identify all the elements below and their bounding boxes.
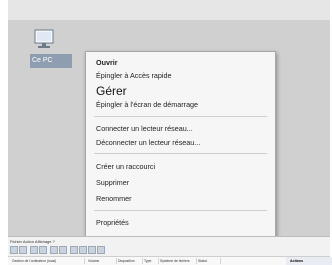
menu-separator (94, 153, 267, 154)
column-header[interactable]: Statut (198, 258, 221, 264)
column-header[interactable]: Gestion de l'ordinateur (local) (12, 258, 85, 264)
screenshot-frame: Ce PC Ouvrir Épingler à Accès rapide Gér… (8, 0, 332, 265)
help-icon[interactable] (59, 246, 67, 254)
mmc-menubar[interactable]: Fichier Action Affichage ? (10, 239, 55, 244)
menu-item-open[interactable]: Ouvrir (96, 58, 118, 68)
view-icon[interactable] (97, 246, 105, 254)
column-header[interactable]: Système de fichiers (160, 258, 197, 264)
window-top-bar (8, 0, 330, 21)
forward-icon[interactable] (19, 246, 27, 254)
menu-item-properties[interactable]: Propriétés (96, 218, 129, 228)
menu-item-pin-quick-access[interactable]: Épingler à Accès rapide (96, 71, 172, 81)
delete-icon[interactable] (70, 246, 78, 254)
back-icon[interactable] (10, 246, 18, 254)
menu-item-delete[interactable]: Supprimer (96, 178, 129, 188)
column-header[interactable]: Volume (88, 258, 117, 264)
computer-management-window: Fichier Action Affichage ? Gestion de l'… (8, 236, 332, 265)
menu-item-manage[interactable]: Gérer (96, 84, 127, 98)
menu-item-pin-start[interactable]: Épingler à l'écran de démarrage (96, 100, 198, 110)
refresh-icon[interactable] (79, 246, 87, 254)
menu-separator (94, 210, 267, 211)
mmc-toolbar (10, 246, 210, 254)
menu-separator (94, 116, 267, 117)
console-tree-icon[interactable] (39, 246, 47, 254)
menu-item-rename[interactable]: Renommer (96, 194, 132, 204)
menu-item-map-network-drive[interactable]: Connecter un lecteur réseau... (96, 124, 193, 134)
computer-icon (34, 29, 54, 48)
properties-icon[interactable] (50, 246, 58, 254)
export-icon[interactable] (88, 246, 96, 254)
column-header[interactable]: Type (144, 258, 159, 264)
menu-item-disconnect-network-drive[interactable]: Déconnecter un lecteur réseau... (96, 138, 200, 148)
this-pc-label: Ce PC (30, 54, 72, 68)
context-menu: Ouvrir Épingler à Accès rapide Gérer Épi… (85, 51, 276, 237)
up-icon[interactable] (30, 246, 38, 254)
column-header[interactable]: Disposition (118, 258, 143, 264)
menu-item-create-shortcut[interactable]: Créer un raccourci (96, 162, 155, 172)
